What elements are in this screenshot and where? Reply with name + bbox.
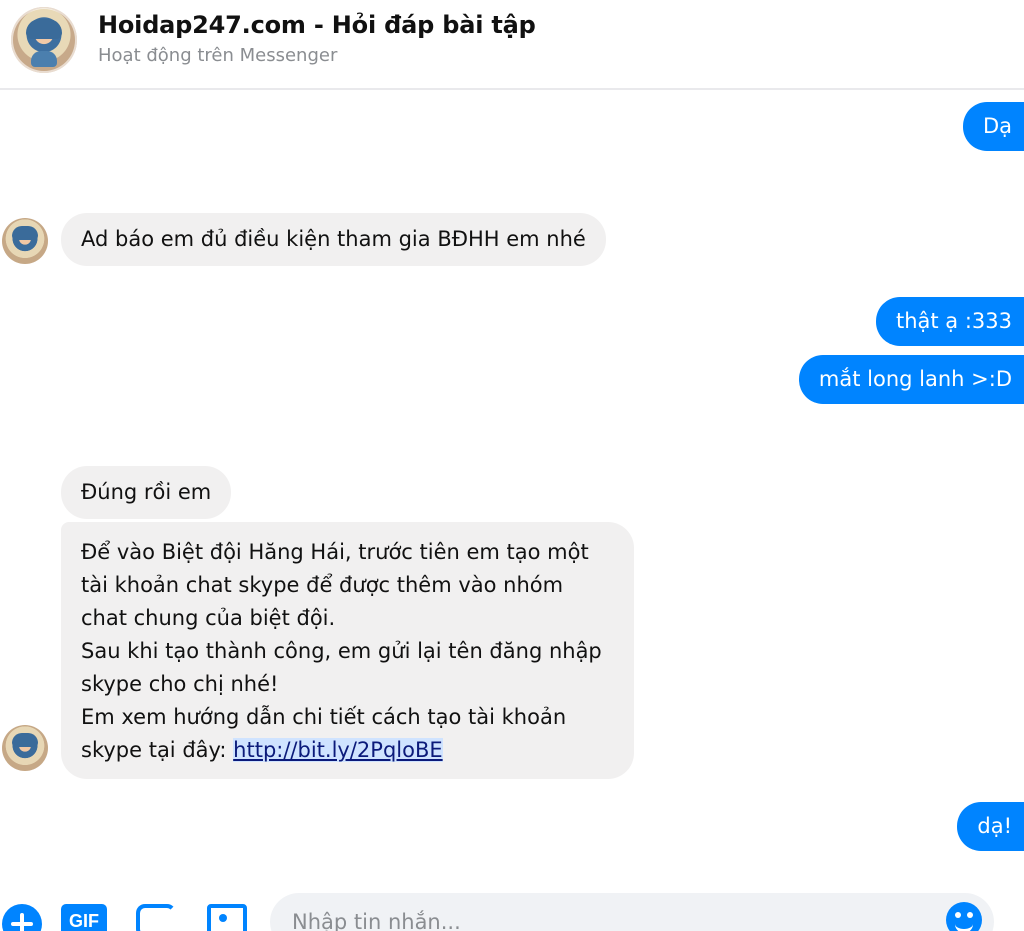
- messenger-chat: Hoidap247.com - Hỏi đáp bài tập Hoạt độn…: [0, 0, 1024, 931]
- emoji-icon[interactable]: [946, 902, 982, 931]
- message-line: Sau khi tạo thành công, em gửi lại tên đ…: [81, 639, 602, 663]
- chat-header: Hoidap247.com - Hỏi đáp bài tập Hoạt độn…: [0, 0, 1024, 90]
- plus-icon[interactable]: [2, 904, 42, 931]
- emoji-smile-icon: [955, 920, 973, 931]
- message-bubble-incoming-long: Để vào Biệt đội Hăng Hái, trước tiên em …: [61, 522, 634, 779]
- message-line: skype tại đây:: [81, 738, 234, 762]
- message-line-with-link: skype tại đây: http://bit.ly/2PqloBE: [81, 734, 614, 767]
- message-line: tài khoản chat skype để được thêm vào nh…: [81, 573, 564, 597]
- sticker-icon[interactable]: [136, 904, 176, 931]
- message-input-container[interactable]: [270, 893, 994, 931]
- message-line: skype cho chị nhé!: [81, 672, 279, 696]
- skype-guide-link[interactable]: http://bit.ly/2PqloBE: [233, 738, 443, 762]
- message-input[interactable]: [290, 906, 914, 931]
- message-bubble-outgoing: Dạ: [962, 102, 1024, 151]
- page-avatar[interactable]: [11, 7, 77, 73]
- sender-avatar: [2, 218, 48, 264]
- message-bubble-outgoing: mắt long lanh >:D: [798, 355, 1024, 404]
- gif-icon[interactable]: GIF: [61, 904, 107, 931]
- message-bubble-outgoing: thật ạ :333: [875, 297, 1024, 346]
- message-line: chat chung của biệt đội.: [81, 606, 336, 630]
- message-bubble-incoming: Đúng rồi em: [61, 466, 232, 519]
- sender-avatar: [2, 725, 48, 771]
- chat-title[interactable]: Hoidap247.com - Hỏi đáp bài tập: [98, 11, 536, 39]
- message-bubble-outgoing: dạ!: [957, 802, 1024, 851]
- message-bubble-incoming: Ad báo em đủ điều kiện tham gia BĐHH em …: [61, 213, 606, 266]
- active-status: Hoạt động trên Messenger: [98, 45, 338, 66]
- message-line: Em xem hướng dẫn chi tiết cách tạo tài k…: [81, 705, 567, 729]
- message-line: Để vào Biệt đội Hăng Hái, trước tiên em …: [81, 540, 589, 564]
- image-icon[interactable]: [207, 904, 247, 931]
- message-composer: GIF: [0, 876, 1024, 931]
